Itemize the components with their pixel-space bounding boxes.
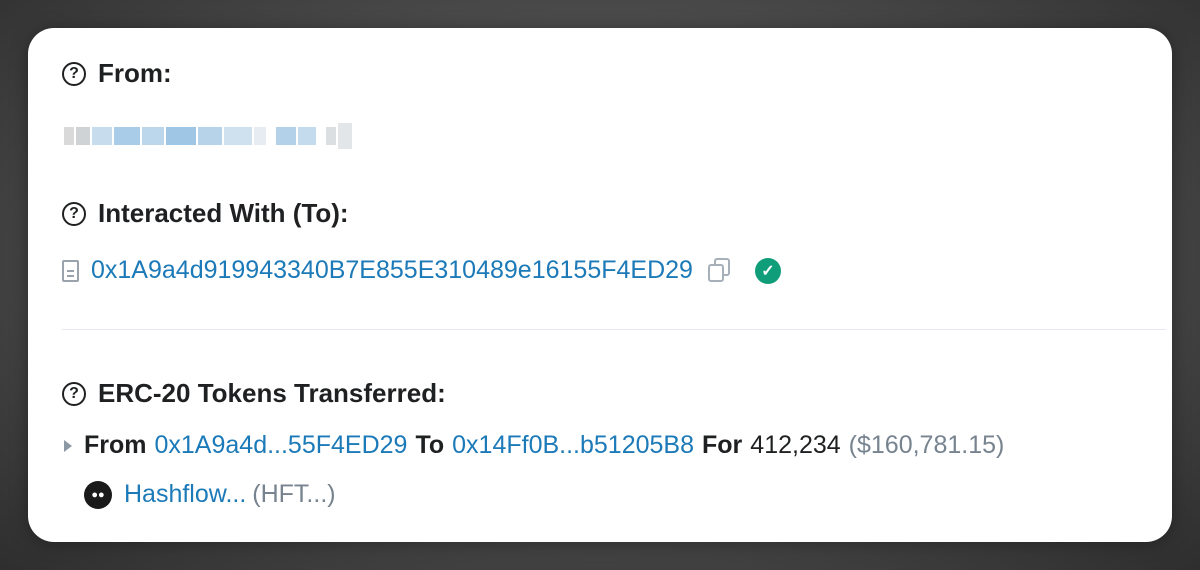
token-transfer-row: From 0x1A9a4d...55F4ED29 To 0x14Ff0B...b… <box>64 431 1004 460</box>
for-keyword: For <box>702 431 743 459</box>
transaction-details-card: ? From: ? Interacted With (To): 0x1A9a4d… <box>28 28 1172 542</box>
from-label-text: From: <box>98 58 172 88</box>
transfer-to-address-link[interactable]: 0x14Ff0B...b51205B8 <box>452 431 694 460</box>
hashflow-logo-icon: ●● <box>84 480 112 509</box>
transfer-usd-value: ($160,781.15) <box>848 431 1005 459</box>
token-symbol: (HFT...) <box>252 480 336 508</box>
contract-address-link[interactable]: 0x1A9a4d919943340B7E855E310489e16155F4ED… <box>91 256 693 285</box>
copy-icon[interactable] <box>705 257 733 285</box>
section-divider <box>62 329 1166 330</box>
from-address-redacted <box>64 118 364 154</box>
erc20-tokens-label-text: ERC-20 Tokens Transferred: <box>98 378 446 408</box>
token-info-row: ●● Hashflow... (HFT...) <box>84 480 336 509</box>
help-icon[interactable]: ? <box>62 381 86 406</box>
transfer-amount: 412,234 <box>750 431 841 459</box>
token-name-link[interactable]: Hashflow... <box>124 480 246 509</box>
interacted-with-label: ? Interacted With (To): <box>62 198 349 229</box>
interacted-with-label-text: Interacted With (To): <box>98 198 349 228</box>
caret-right-icon[interactable] <box>64 439 72 452</box>
erc20-tokens-label: ? ERC-20 Tokens Transferred: <box>62 378 446 409</box>
to-keyword: To <box>415 431 445 459</box>
interacted-with-row: 0x1A9a4d919943340B7E855E310489e16155F4ED… <box>62 256 781 285</box>
contract-document-icon <box>62 259 79 282</box>
transfer-from-address-link[interactable]: 0x1A9a4d...55F4ED29 <box>155 431 408 460</box>
from-label: ? From: <box>62 58 172 89</box>
help-icon[interactable]: ? <box>62 201 86 226</box>
help-icon[interactable]: ? <box>62 61 86 86</box>
from-keyword: From <box>84 431 147 459</box>
verified-check-icon: ✓ <box>754 257 781 284</box>
